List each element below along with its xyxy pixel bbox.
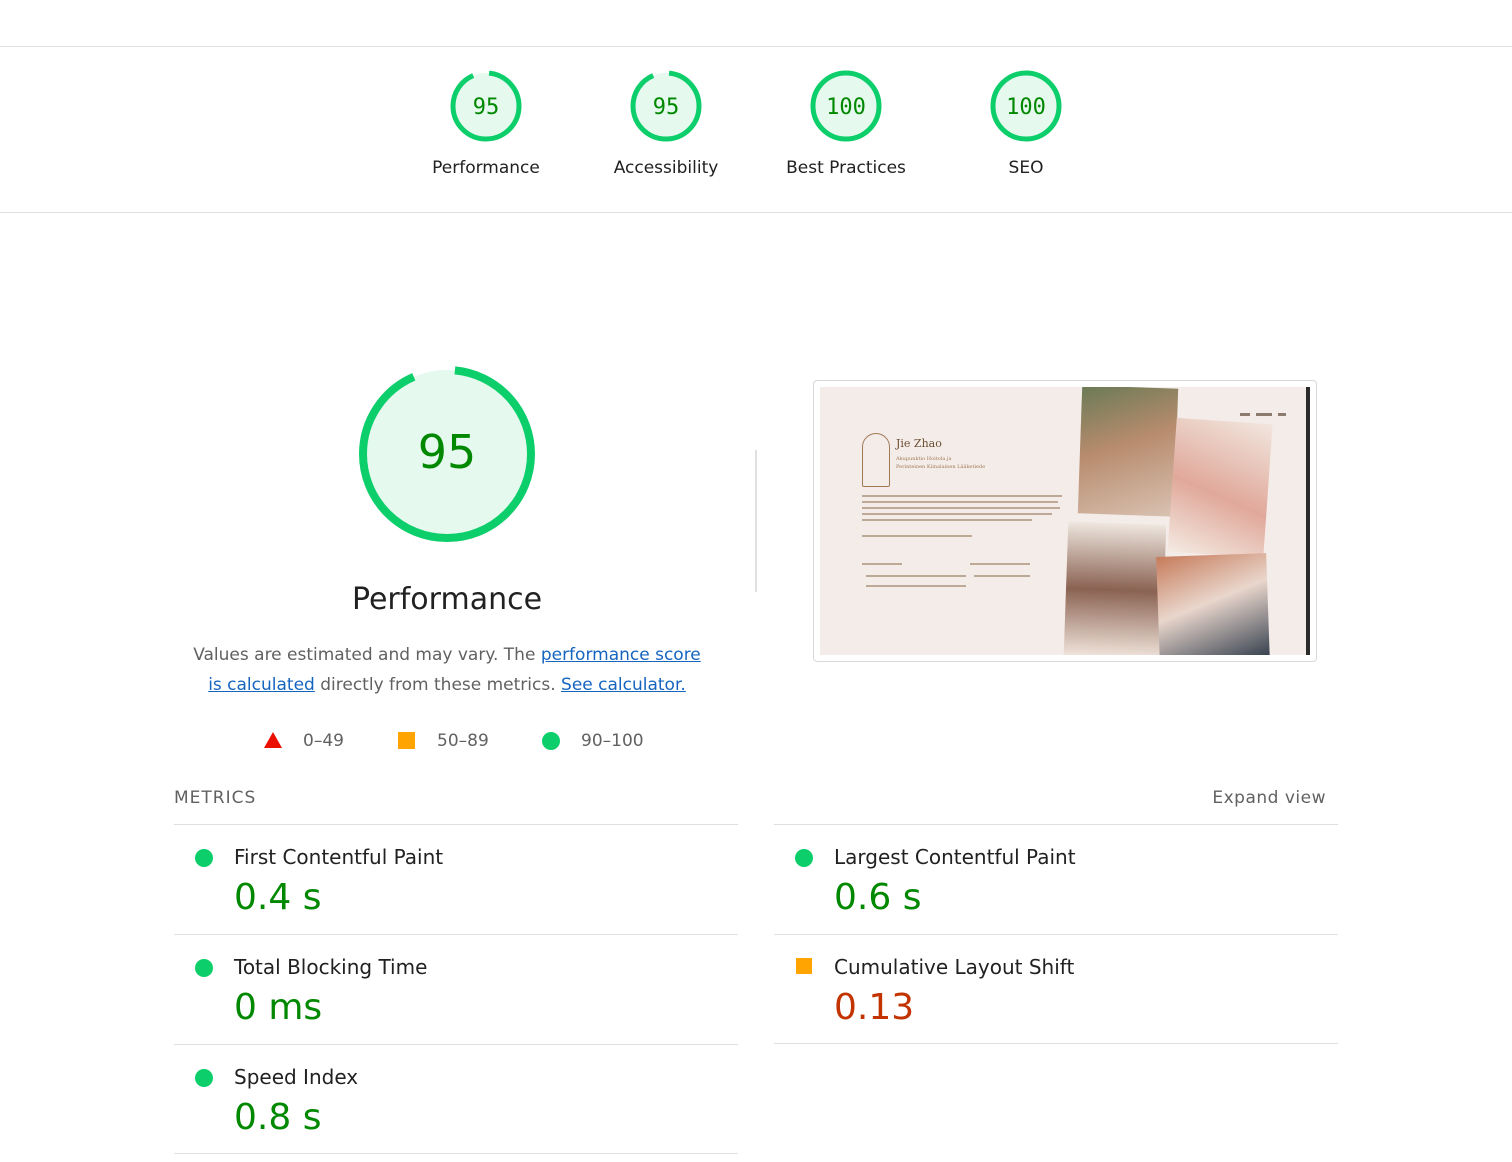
- legend-pass: 90–100: [581, 731, 644, 751]
- gauge-best-practices[interactable]: 100 Best Practices: [771, 68, 921, 178]
- gauge-label: Best Practices: [786, 158, 906, 178]
- metric-value: 0.4 s: [234, 877, 322, 918]
- metric-speed-index[interactable]: Speed Index 0.8 s: [174, 1044, 738, 1154]
- text-placeholder: [974, 575, 1030, 577]
- average-square-icon: [796, 958, 812, 974]
- legend-average: 50–89: [437, 731, 489, 751]
- site-logo-icon: [862, 433, 890, 487]
- metric-value: 0.13: [834, 987, 915, 1028]
- metric-largest-contentful-paint[interactable]: Largest Contentful Paint 0.6 s: [774, 824, 1338, 934]
- menu-icon: [1240, 401, 1296, 416]
- gauge-label: Performance: [432, 158, 540, 178]
- top-divider: [0, 46, 1512, 47]
- vertical-divider: [755, 450, 757, 592]
- gauge-label: Accessibility: [613, 158, 719, 178]
- text-placeholder: [866, 575, 966, 577]
- text-placeholder: [862, 495, 1062, 497]
- site-subtitle-line: Perinteinen Kiinalainen Lääketiede: [896, 464, 986, 470]
- desc-text: directly from these metrics.: [314, 675, 562, 695]
- site-name: Jie Zhao: [896, 437, 942, 450]
- site-subtitle-line: Akupunktio Hoitola ja: [896, 456, 952, 462]
- text-placeholder: [866, 585, 966, 587]
- gauge-accessibility[interactable]: 95 Accessibility: [591, 68, 741, 178]
- pass-circle-icon: [795, 849, 813, 867]
- see-calculator-link[interactable]: See calculator.: [561, 675, 686, 695]
- scrollbar: [1306, 387, 1310, 655]
- metric-name: Largest Contentful Paint: [834, 845, 1076, 869]
- gauge-performance[interactable]: 95 Performance: [411, 68, 561, 178]
- performance-score-gauge: 95: [359, 366, 535, 542]
- metrics-header: METRICS Expand view: [174, 786, 1338, 816]
- performance-title: Performance: [351, 582, 543, 617]
- metrics-title: METRICS: [174, 788, 257, 808]
- score-ring-icon: 100: [990, 70, 1062, 142]
- score-ring-icon: 95: [450, 70, 522, 142]
- pass-circle-icon: [542, 732, 560, 750]
- fail-triangle-icon: [264, 732, 282, 748]
- gauge-score: 95: [653, 95, 680, 120]
- photo: [1167, 417, 1273, 559]
- performance-score: 95: [418, 425, 477, 479]
- metric-name: Cumulative Layout Shift: [834, 955, 1075, 979]
- performance-description: Values are estimated and may vary. The p…: [187, 640, 707, 700]
- metric-value: 0.6 s: [834, 877, 922, 918]
- photo: [1156, 553, 1270, 655]
- photo: [1077, 387, 1179, 517]
- text-placeholder: [862, 501, 1058, 503]
- summary-divider: [0, 212, 1512, 213]
- metric-name: Total Blocking Time: [234, 955, 428, 979]
- metric-first-contentful-paint[interactable]: First Contentful Paint 0.4 s: [174, 824, 738, 934]
- text-placeholder: [862, 513, 1052, 515]
- text-placeholder: [862, 507, 1060, 509]
- pass-circle-icon: [195, 959, 213, 977]
- legend-fail: 0–49: [303, 731, 344, 751]
- pass-circle-icon: [195, 849, 213, 867]
- metric-value: 0.8 s: [234, 1097, 322, 1138]
- text-placeholder: [862, 563, 902, 565]
- screenshot-image: Jie Zhao Akupunktio Hoitola ja Perintein…: [820, 387, 1310, 655]
- score-legend: 0–49 50–89 90–100: [0, 728, 900, 756]
- summary-gauges: 95 Performance 95 Accessibility 100 Best…: [0, 68, 1512, 198]
- site-subtitle: Akupunktio Hoitola ja Perinteinen Kiinal…: [896, 455, 985, 471]
- metric-name: Speed Index: [234, 1065, 359, 1089]
- text-placeholder: [862, 535, 972, 537]
- average-square-icon: [398, 732, 415, 749]
- gauge-score: 95: [473, 95, 500, 120]
- score-ring-icon: 95: [630, 70, 702, 142]
- expand-view-toggle[interactable]: Expand view: [1212, 788, 1326, 808]
- gauge-label: SEO: [1008, 158, 1044, 178]
- gauge-seo[interactable]: 100 SEO: [951, 68, 1101, 178]
- desc-text: Values are estimated and may vary. The: [193, 645, 541, 665]
- pass-circle-icon: [195, 1069, 213, 1087]
- metric-name: First Contentful Paint: [234, 845, 444, 869]
- gauge-score: 100: [1006, 95, 1046, 120]
- score-ring-icon: 100: [810, 70, 882, 142]
- metric-value: 0 ms: [234, 987, 323, 1028]
- final-screenshot[interactable]: Jie Zhao Akupunktio Hoitola ja Perintein…: [813, 380, 1317, 662]
- metric-cumulative-layout-shift[interactable]: Cumulative Layout Shift 0.13: [774, 934, 1338, 1044]
- photo: [1063, 521, 1167, 655]
- text-placeholder: [862, 519, 1032, 521]
- metric-total-blocking-time[interactable]: Total Blocking Time 0 ms: [174, 934, 738, 1044]
- gauge-score: 100: [826, 95, 866, 120]
- text-placeholder: [970, 563, 1030, 565]
